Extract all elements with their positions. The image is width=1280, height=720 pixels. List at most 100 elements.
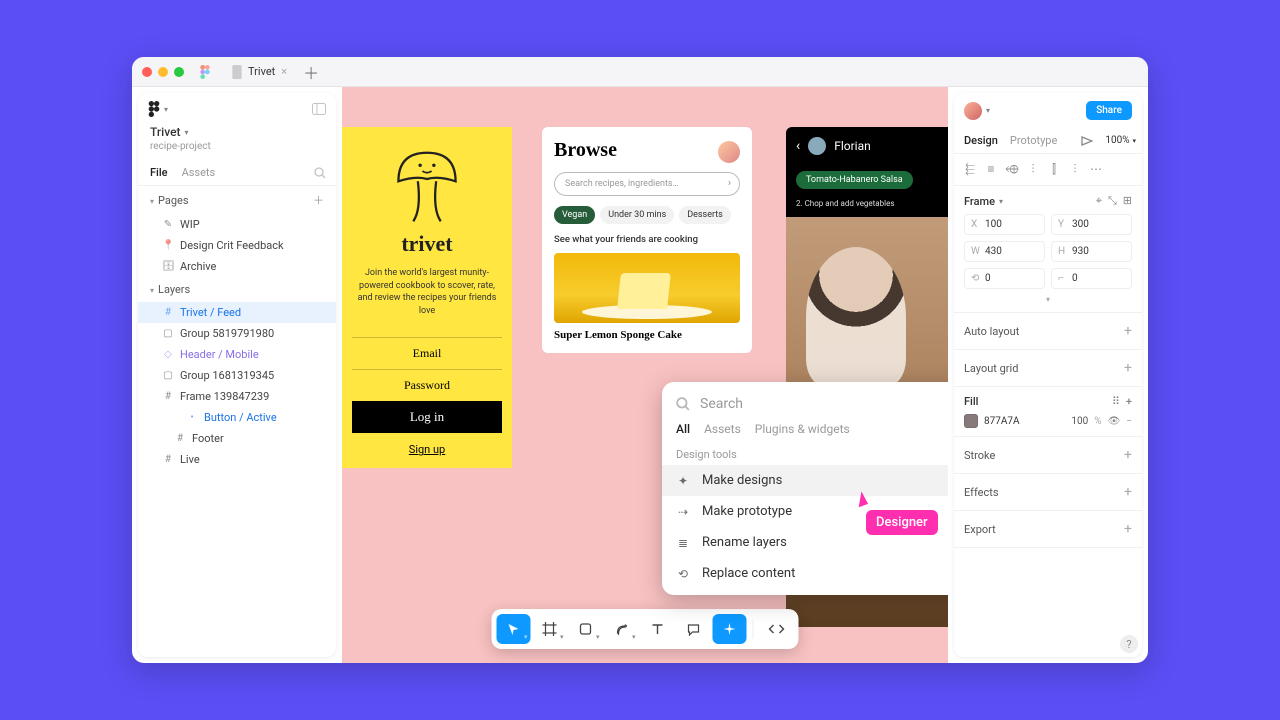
minimize-window-button[interactable] (158, 67, 168, 77)
resize-icon[interactable]: ⤡ (1108, 194, 1117, 208)
effects-section[interactable]: Effects+ (954, 474, 1142, 511)
move-tool[interactable]: ▾ (497, 614, 531, 644)
align-bottom-icon[interactable]: ⫶ (1069, 162, 1081, 177)
new-tab-button[interactable]: ＋ (301, 62, 321, 82)
canvas[interactable]: trivet Join the world's largest munity-p… (342, 87, 948, 663)
comment-tool[interactable] (677, 614, 711, 644)
mode-prototype[interactable]: Prototype (1010, 134, 1057, 147)
friends-heading: See what your friends are cooking (554, 234, 740, 245)
layers-list: #Trivet / Feed▢Group 5819791980◇Header /… (138, 302, 336, 470)
search-placeholder[interactable]: Search (700, 396, 948, 412)
layer-label: Group 1681319345 (180, 369, 274, 382)
align-top-icon[interactable]: ⫶ (1027, 162, 1039, 177)
h-input[interactable]: H930 (1051, 241, 1132, 262)
dev-mode-tool[interactable] (760, 614, 794, 644)
stroke-section[interactable]: Stroke+ (954, 437, 1142, 474)
y-input[interactable]: Y300 (1051, 214, 1132, 235)
ai-tool[interactable] (713, 614, 747, 644)
pen-tool[interactable]: ▾ (605, 614, 639, 644)
main-menu-button[interactable]: ▾ (148, 101, 168, 117)
fill-hex[interactable]: 877A7A (984, 416, 1020, 427)
person-silhouette (806, 247, 906, 387)
quick-action-item[interactable]: ⟲Replace content (662, 558, 948, 589)
pages-section-header[interactable]: ▾Pages ＋ (138, 186, 336, 214)
align-hcenter-icon[interactable]: ≡ (985, 162, 997, 177)
zoom-selector[interactable]: 100%▾ (1105, 135, 1136, 146)
text-tool[interactable] (641, 614, 675, 644)
qa-tab-all[interactable]: All (676, 422, 690, 436)
layer-item[interactable]: •Button / Active (138, 407, 336, 428)
left-panel: ▾ Trivet ▾ recipe-project File Assets ▾P… (138, 93, 336, 657)
tab-file[interactable]: File (150, 166, 168, 179)
mode-design[interactable]: Design (964, 134, 998, 147)
share-button[interactable]: Share (1086, 101, 1132, 120)
qa-tab-plugins[interactable]: Plugins & widgets (755, 422, 850, 436)
canvas-frame-landing[interactable]: trivet Join the world's largest munity-p… (342, 127, 512, 468)
grid-icon[interactable]: ⊞ (1123, 194, 1132, 208)
layer-item[interactable]: #Live (138, 449, 336, 470)
fill-opacity-value[interactable]: 100 (1071, 416, 1088, 427)
x-input[interactable]: X100 (964, 214, 1045, 235)
chevron-down-icon: ▾ (150, 286, 154, 295)
page-item[interactable]: 🗄Archive (138, 256, 336, 277)
layer-item[interactable]: #Footer (138, 428, 336, 449)
layer-icon: ◇ (162, 349, 174, 360)
project-name[interactable]: Trivet ▾ (138, 125, 336, 141)
zoom-window-button[interactable] (174, 67, 184, 77)
remove-fill-icon[interactable]: − (1126, 416, 1132, 427)
target-icon[interactable]: ⌖ (1096, 194, 1102, 208)
layer-item[interactable]: ▢Group 5819791980 (138, 323, 336, 344)
plus-icon[interactable]: + (1124, 323, 1132, 339)
titlebar: Trivet × ＋ (132, 57, 1148, 87)
canvas-frame-browse[interactable]: Browse Search recipes, ingredients… › Ve… (542, 127, 752, 353)
link-dimensions-icon[interactable]: ▾ (964, 295, 1132, 304)
page-label: Design Crit Feedback (180, 239, 284, 252)
export-section[interactable]: Export+ (954, 511, 1142, 548)
user-menu[interactable]: ▾ (964, 102, 990, 120)
styles-icon[interactable]: ⠿ (1112, 395, 1120, 408)
page-label: WIP (180, 218, 200, 231)
frame-tool[interactable]: ▾ (533, 614, 567, 644)
close-window-button[interactable] (142, 67, 152, 77)
page-item[interactable]: ✎WIP (138, 214, 336, 235)
w-input[interactable]: W430 (964, 241, 1045, 262)
plus-icon[interactable]: + (1124, 521, 1132, 537)
align-right-icon[interactable]: ⬲ (1006, 162, 1018, 177)
plus-icon[interactable]: + (1124, 484, 1132, 500)
tab-assets[interactable]: Assets (182, 166, 216, 179)
toolbar-divider (753, 619, 754, 639)
plus-icon[interactable]: + (1124, 360, 1132, 376)
plus-icon[interactable]: + (1124, 447, 1132, 463)
add-page-button[interactable]: ＋ (313, 192, 324, 208)
auto-layout-section[interactable]: Auto layout+ (954, 313, 1142, 350)
brand-name: trivet (401, 231, 452, 257)
rotation-input[interactable]: ⟲0 (964, 268, 1045, 289)
file-tab[interactable]: Trivet × (222, 61, 297, 83)
layer-label: Live (180, 453, 200, 466)
layers-section-header[interactable]: ▾Layers (138, 277, 336, 302)
layer-item[interactable]: #Frame 139847239 (138, 386, 336, 407)
present-icon[interactable] (1081, 136, 1093, 146)
action-label: Rename layers (702, 535, 787, 550)
layer-item[interactable]: ▢Group 1681319345 (138, 365, 336, 386)
layer-item[interactable]: #Trivet / Feed (138, 302, 336, 323)
more-align-icon[interactable]: ⋯ (1090, 162, 1102, 177)
chevron-down-icon: ▾ (524, 633, 528, 641)
align-left-icon[interactable]: ⬱ (964, 162, 976, 177)
align-vcenter-icon[interactable]: ⫿ (1048, 162, 1060, 177)
panel-toggle-icon[interactable] (312, 103, 326, 115)
help-button[interactable]: ? (1120, 635, 1138, 653)
layout-grid-section[interactable]: Layout grid+ (954, 350, 1142, 387)
close-tab-icon[interactable]: × (281, 65, 287, 78)
fill-swatch[interactable] (964, 414, 978, 428)
qa-tab-assets[interactable]: Assets (704, 422, 741, 436)
shape-tool[interactable]: ▾ (569, 614, 603, 644)
plus-icon[interactable]: + (1126, 395, 1132, 408)
page-item[interactable]: 📍Design Crit Feedback (138, 235, 336, 256)
visibility-icon[interactable]: 👁 (1108, 416, 1121, 427)
frame-type[interactable]: Frame (964, 195, 995, 208)
search-icon[interactable] (314, 167, 326, 179)
radius-input[interactable]: ⌐0 (1051, 268, 1132, 289)
layer-item[interactable]: ◇Header / Mobile (138, 344, 336, 365)
quick-action-item[interactable]: ✦Make designsAI beta (662, 465, 948, 496)
